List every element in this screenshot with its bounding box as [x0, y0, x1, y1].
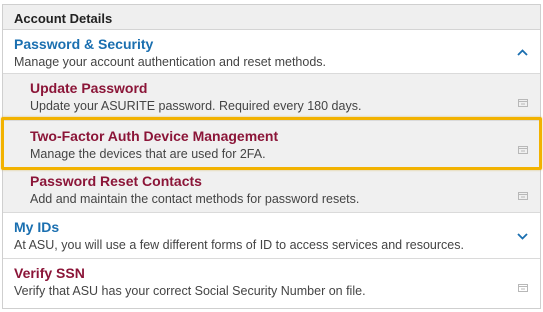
item-description: Update your ASURITE password. Required e…	[30, 99, 362, 113]
external-link-icon[interactable]	[518, 94, 528, 107]
external-link-icon[interactable]	[518, 279, 528, 292]
item-description: Add and maintain the contact methods for…	[30, 192, 360, 206]
chevron-down-icon[interactable]	[516, 230, 528, 242]
item-title[interactable]: Two-Factor Auth Device Management	[30, 128, 540, 145]
panel-header: Account Details	[3, 5, 540, 30]
section-title[interactable]: Password & Security	[14, 36, 540, 53]
section-description: Verify that ASU has your correct Social …	[14, 284, 366, 298]
account-details-panel: Account Details Password & Security Mana…	[2, 4, 541, 309]
section-title[interactable]: My IDs	[14, 219, 540, 236]
section-verify-ssn[interactable]: Verify SSN Verify that ASU has your corr…	[3, 259, 540, 303]
section-description: Manage your account authentication and r…	[14, 55, 327, 69]
section-my-ids[interactable]: My IDs At ASU, you will use a few differ…	[3, 213, 540, 259]
section-title[interactable]: Verify SSN	[14, 265, 540, 282]
chevron-up-icon[interactable]	[516, 46, 528, 58]
external-link-icon[interactable]	[518, 141, 528, 154]
list-item-update-password[interactable]: Update Password Update your ASURITE pass…	[3, 74, 540, 121]
section-description: At ASU, you will use a few different for…	[14, 238, 464, 252]
item-title[interactable]: Password Reset Contacts	[30, 173, 540, 190]
list-item-password-reset-contacts[interactable]: Password Reset Contacts Add and maintain…	[3, 168, 540, 213]
list-item-two-factor-auth[interactable]: Two-Factor Auth Device Management Manage…	[3, 121, 540, 168]
item-title[interactable]: Update Password	[30, 80, 540, 97]
external-link-icon[interactable]	[518, 187, 528, 200]
item-description: Manage the devices that are used for 2FA…	[30, 147, 266, 161]
section-password-security[interactable]: Password & Security Manage your account …	[3, 30, 540, 74]
